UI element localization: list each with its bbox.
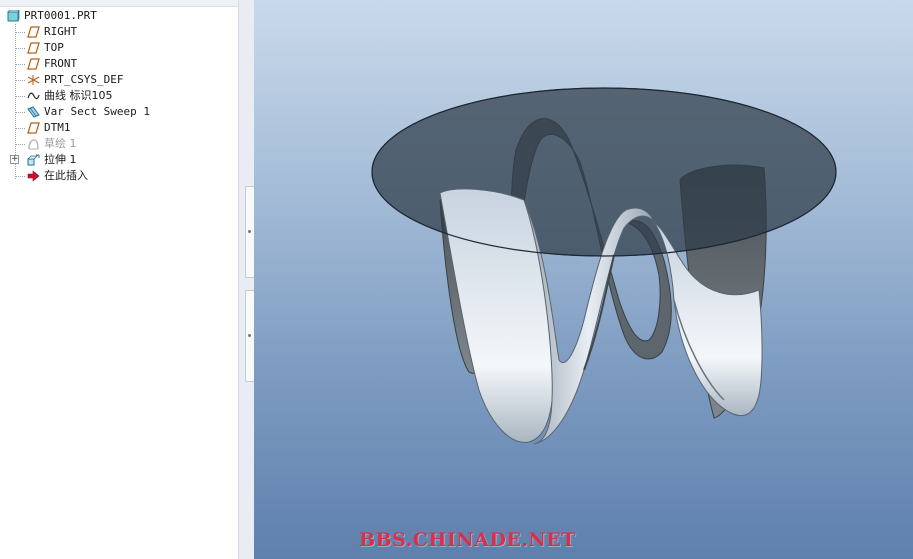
- tree-item-label: PRT_CSYS_DEF: [44, 73, 124, 86]
- datum-plane-icon: [27, 58, 40, 70]
- tree-item-label: 草绘 1: [44, 137, 77, 150]
- curve-icon: [27, 90, 40, 102]
- model-tree-panel: PRT0001.PRT RIGHT TOP FRONT PRT_CSYS_DEF…: [0, 0, 239, 559]
- tree-item-right[interactable]: RIGHT: [0, 24, 236, 40]
- tree-item-label: RIGHT: [44, 25, 78, 38]
- tree-item-insert-here[interactable]: 在此插入: [0, 168, 236, 184]
- tree-item-top[interactable]: TOP: [0, 40, 236, 56]
- tree-item-label: DTM1: [44, 121, 71, 134]
- tree-item-root-part[interactable]: PRT0001.PRT: [0, 8, 236, 24]
- tree-item-front[interactable]: FRONT: [0, 56, 236, 72]
- coordinate-system-icon: [27, 74, 40, 86]
- tree-item-label: FRONT: [44, 57, 78, 70]
- tree-item-label: TOP: [44, 41, 64, 54]
- datum-plane-icon: [27, 122, 40, 134]
- sweep-icon: [27, 106, 40, 118]
- tree-item-label: 在此插入: [44, 169, 88, 182]
- tree-item-prt-csys-def[interactable]: PRT_CSYS_DEF: [0, 72, 236, 88]
- tree-item-var-sect-sweep[interactable]: Var Sect Sweep 1: [0, 104, 236, 120]
- model-tree: PRT0001.PRT RIGHT TOP FRONT PRT_CSYS_DEF…: [0, 8, 236, 184]
- part-icon: [7, 9, 20, 22]
- sketch-icon: [27, 138, 40, 150]
- tree-item-sketch[interactable]: 草绘 1: [0, 136, 236, 152]
- watermark-text: BBS.CHINADE.NET: [359, 529, 576, 551]
- panel-splitter[interactable]: [239, 0, 255, 559]
- expand-toggle-icon[interactable]: +: [10, 155, 19, 164]
- extrude-icon: [27, 154, 40, 166]
- model-render: [371, 87, 837, 445]
- tree-item-label: Var Sect Sweep 1: [44, 105, 150, 118]
- tree-item-label: 曲线 标识105: [44, 89, 113, 102]
- model-tree-header-strip: [0, 0, 238, 7]
- datum-plane-icon: [27, 26, 40, 38]
- tree-item-label: 拉伸 1: [44, 153, 77, 166]
- datum-disc: [371, 87, 837, 257]
- tree-item-curve[interactable]: 曲线 标识105: [0, 88, 236, 104]
- insert-here-arrow-icon: [27, 170, 40, 182]
- tree-item-dtm1[interactable]: DTM1: [0, 120, 236, 136]
- datum-plane-icon: [27, 42, 40, 54]
- graphics-viewport[interactable]: BBS.CHINADE.NET: [254, 0, 913, 559]
- tree-item-extrude[interactable]: + 拉伸 1: [0, 152, 236, 168]
- tree-item-label: PRT0001.PRT: [24, 9, 97, 22]
